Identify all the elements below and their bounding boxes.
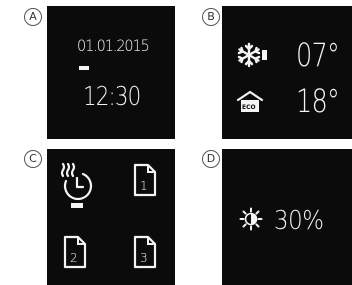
eco-temperature-value: 18° — [296, 82, 340, 120]
date-display: 01.01.2015 — [77, 36, 150, 55]
brightness-percentage: 30% — [274, 206, 324, 236]
program-2-number: 2 — [70, 251, 78, 265]
eco-label: ECO — [242, 104, 256, 111]
panel-a-badge: A — [24, 8, 42, 26]
date-cursor-underline — [79, 66, 89, 70]
panel-d-badge: D — [202, 150, 220, 168]
time-display: 12:30 — [83, 82, 141, 112]
heat-timer-icon — [60, 162, 93, 208]
snow-mode-marker — [262, 50, 267, 60]
panel-b-temperature-screen: 07° ECO 18° — [222, 6, 352, 139]
panel-a-date-time-screen: 01.01.2015 12:30 — [47, 6, 175, 139]
panel-d-brightness-screen: 30% — [222, 149, 352, 285]
program-1-number: 1 — [140, 179, 148, 193]
snowflake-icon — [237, 42, 261, 68]
panel-c-program-screen: 1 2 3 — [47, 149, 175, 285]
panel-c-badge: C — [24, 150, 42, 168]
frost-temperature-value: 07° — [296, 36, 340, 74]
brightness-sun-icon — [239, 207, 263, 231]
program-3-number: 3 — [140, 251, 148, 265]
panel-b-badge: B — [202, 8, 220, 26]
